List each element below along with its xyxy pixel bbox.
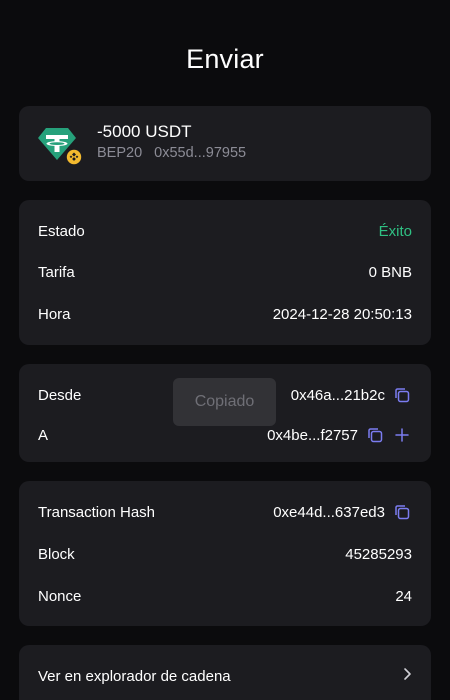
copy-icon[interactable] bbox=[365, 425, 385, 445]
token-summary-card: -5000 USDT BEP20 0x55d...97955 bbox=[19, 106, 431, 181]
hash-card: Transaction Hash 0xe44d...637ed3 Block 4… bbox=[19, 481, 431, 626]
time-value: 2024-12-28 20:50:13 bbox=[272, 305, 412, 323]
tx-hash-value: 0xe44d...637ed3 bbox=[273, 503, 385, 521]
status-label: Estado bbox=[38, 222, 85, 240]
tx-hash-row: Transaction Hash 0xe44d...637ed3 bbox=[38, 501, 412, 523]
from-address: 0x46a...21b2c bbox=[290, 386, 385, 404]
nonce-label: Nonce bbox=[38, 587, 82, 605]
status-row: Estado Éxito bbox=[38, 220, 412, 242]
add-contact-plus-icon[interactable] bbox=[392, 425, 412, 445]
token-network: BEP20 bbox=[97, 145, 143, 161]
status-card: Estado Éxito Tarifa 0 BNB Hora 2024-12-2… bbox=[19, 200, 431, 345]
to-address: 0x4be...f2757 bbox=[267, 426, 358, 444]
block-label: Block bbox=[38, 545, 75, 563]
fee-value: 0 BNB bbox=[368, 263, 412, 281]
block-value: 45285293 bbox=[345, 545, 412, 563]
chevron-right-icon bbox=[402, 667, 412, 685]
block-row: Block 45285293 bbox=[38, 543, 412, 565]
nonce-value: 24 bbox=[395, 587, 412, 605]
explorer-label: Ver en explorador de cadena bbox=[38, 667, 231, 685]
page-title: Enviar bbox=[186, 44, 264, 74]
copied-toast: Copiado bbox=[173, 378, 276, 426]
tx-hash-value-group: 0xe44d...637ed3 bbox=[273, 502, 412, 522]
view-in-explorer-link[interactable]: Ver en explorador de cadena bbox=[38, 665, 412, 687]
fee-label: Tarifa bbox=[38, 263, 75, 281]
explorer-card[interactable]: Ver en explorador de cadena bbox=[19, 645, 431, 700]
to-label: A bbox=[38, 426, 49, 444]
transaction-detail-screen: Enviar -5000 USDT BEP20 0x55d...97955 Est… bbox=[0, 0, 450, 700]
status-value: Éxito bbox=[378, 222, 412, 240]
to-value-group: 0x4be...f2757 bbox=[267, 425, 412, 445]
time-row: Hora 2024-12-28 20:50:13 bbox=[38, 303, 412, 325]
tx-hash-label: Transaction Hash bbox=[38, 503, 155, 521]
nonce-row: Nonce 24 bbox=[38, 585, 412, 607]
from-label: Desde bbox=[38, 386, 82, 404]
token-contract-address: 0x55d...97955 bbox=[154, 145, 247, 161]
from-value-group: 0x46a...21b2c bbox=[291, 385, 412, 405]
token-amount: -5000 USDT bbox=[97, 122, 192, 141]
copy-icon[interactable] bbox=[392, 502, 412, 522]
tether-usdt-icon bbox=[38, 126, 84, 166]
to-row: A 0x4be...f2757 bbox=[38, 424, 412, 446]
token-meta: BEP20 0x55d...97955 bbox=[97, 145, 246, 161]
fee-row: Tarifa 0 BNB bbox=[38, 261, 412, 283]
time-label: Hora bbox=[38, 305, 71, 323]
copy-icon[interactable] bbox=[392, 385, 412, 405]
bnb-chain-badge-icon bbox=[65, 148, 83, 166]
